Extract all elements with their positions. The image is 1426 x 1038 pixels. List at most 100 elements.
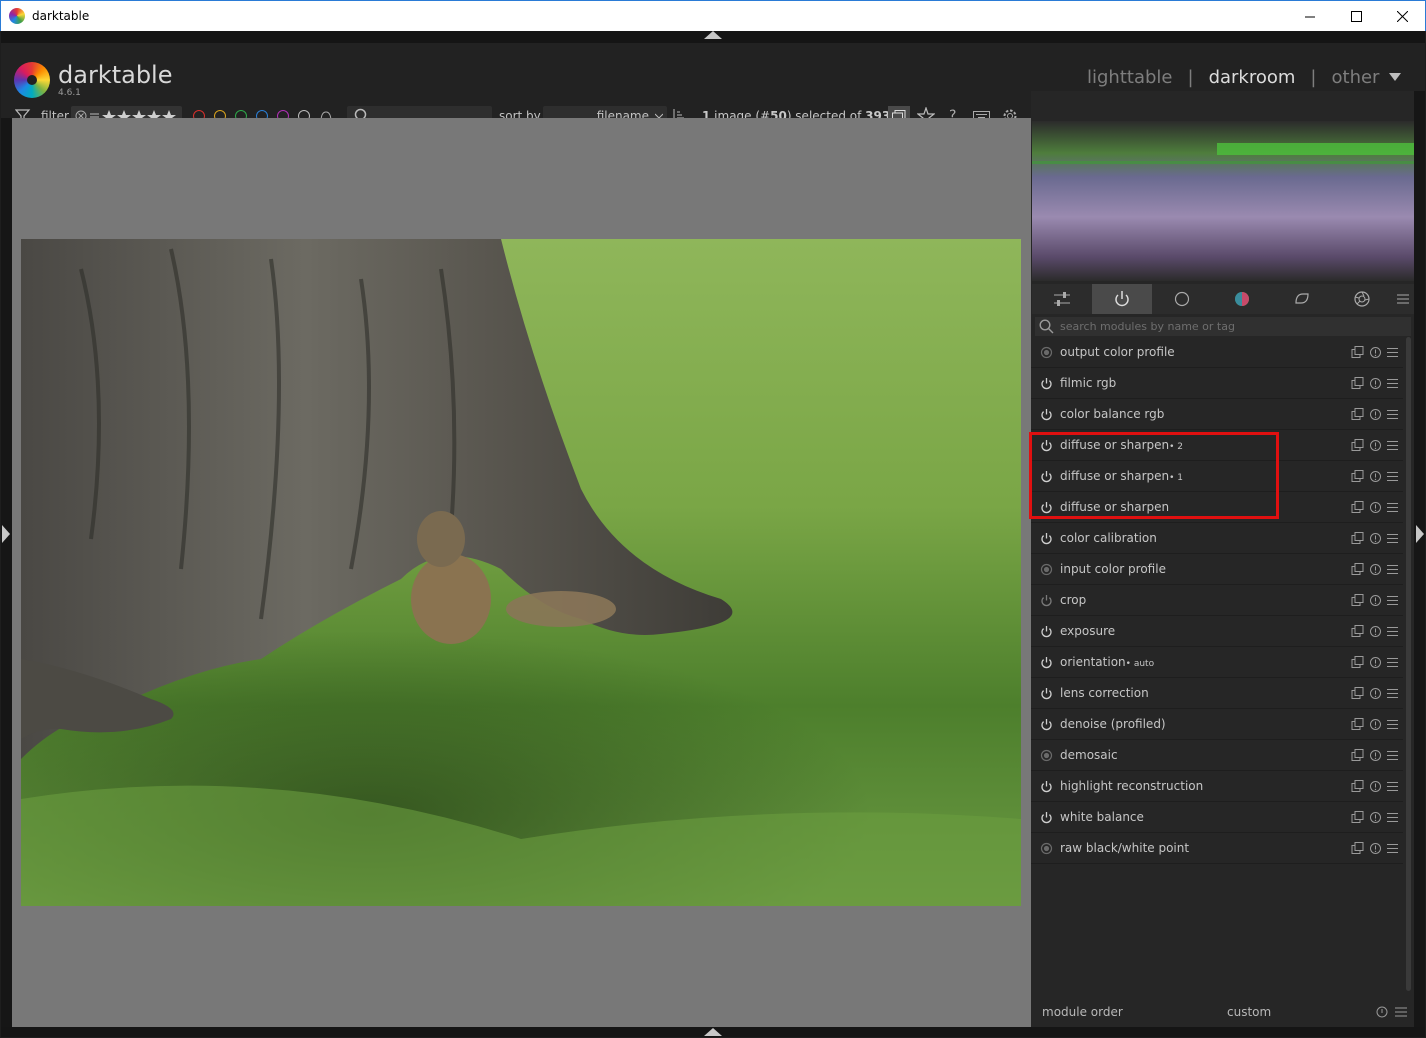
- presets-icon[interactable]: [1395, 1007, 1407, 1017]
- image-preview[interactable]: [21, 239, 1021, 906]
- module-row[interactable]: output color profile: [1031, 337, 1403, 368]
- presets-menu-icon[interactable]: [1392, 284, 1414, 314]
- multi-instance-icon[interactable]: [1351, 500, 1364, 514]
- presets-menu-icon[interactable]: [1387, 533, 1399, 544]
- reset-icon[interactable]: [1369, 749, 1382, 762]
- tab-active-modules[interactable]: [1092, 284, 1152, 314]
- reset-icon[interactable]: [1376, 1006, 1388, 1018]
- reset-icon[interactable]: [1369, 532, 1382, 545]
- reset-icon[interactable]: [1369, 687, 1382, 700]
- multi-instance-icon[interactable]: [1351, 593, 1364, 607]
- module-row[interactable]: lens correction: [1031, 678, 1403, 709]
- tab-quick-access[interactable]: [1032, 284, 1092, 314]
- reset-icon[interactable]: [1369, 718, 1382, 731]
- reset-icon[interactable]: [1369, 842, 1382, 855]
- power-icon[interactable]: [1040, 377, 1053, 390]
- right-panel-edge[interactable]: [1414, 91, 1425, 1027]
- tab-base[interactable]: [1152, 284, 1212, 314]
- presets-menu-icon[interactable]: [1387, 440, 1399, 451]
- reset-icon[interactable]: [1369, 439, 1382, 452]
- module-row[interactable]: orientation• auto: [1031, 647, 1403, 678]
- power-icon[interactable]: [1040, 687, 1053, 700]
- histogram-waveform[interactable]: [1032, 121, 1414, 281]
- multi-instance-icon[interactable]: [1351, 376, 1364, 390]
- left-panel-edge[interactable]: [1, 118, 12, 1027]
- multi-instance-icon[interactable]: [1351, 531, 1364, 545]
- maximize-button[interactable]: [1333, 1, 1379, 31]
- darkroom-center-view[interactable]: [12, 118, 1031, 1027]
- multi-instance-icon[interactable]: [1351, 655, 1364, 669]
- multi-instance-icon[interactable]: [1351, 438, 1364, 452]
- reset-icon[interactable]: [1369, 656, 1382, 669]
- presets-menu-icon[interactable]: [1387, 378, 1399, 389]
- presets-menu-icon[interactable]: [1387, 812, 1399, 823]
- multi-instance-icon[interactable]: [1351, 841, 1364, 855]
- module-row[interactable]: demosaic: [1031, 740, 1403, 771]
- reset-icon[interactable]: [1369, 377, 1382, 390]
- collapse-left-arrow-icon[interactable]: [2, 525, 10, 543]
- collapse-top-arrow-icon[interactable]: [704, 31, 722, 39]
- reset-icon[interactable]: [1369, 470, 1382, 483]
- tab-color[interactable]: [1212, 284, 1272, 314]
- multi-instance-icon[interactable]: [1351, 748, 1364, 762]
- presets-menu-icon[interactable]: [1387, 688, 1399, 699]
- reset-icon[interactable]: [1369, 346, 1382, 359]
- multi-instance-icon[interactable]: [1351, 686, 1364, 700]
- tab-effect[interactable]: [1332, 284, 1392, 314]
- multi-instance-icon[interactable]: [1351, 562, 1364, 576]
- reset-icon[interactable]: [1369, 780, 1382, 793]
- reset-icon[interactable]: [1369, 594, 1382, 607]
- reset-icon[interactable]: [1369, 625, 1382, 638]
- multi-instance-icon[interactable]: [1351, 469, 1364, 483]
- multi-instance-icon[interactable]: [1351, 407, 1364, 421]
- module-row[interactable]: color calibration: [1031, 523, 1403, 554]
- multi-instance-icon[interactable]: [1351, 779, 1364, 793]
- multi-instance-icon[interactable]: [1351, 345, 1364, 359]
- presets-menu-icon[interactable]: [1387, 843, 1399, 854]
- reset-icon[interactable]: [1369, 408, 1382, 421]
- presets-menu-icon[interactable]: [1387, 750, 1399, 761]
- multi-instance-icon[interactable]: [1351, 624, 1364, 638]
- module-row[interactable]: color balance rgb: [1031, 399, 1403, 430]
- presets-menu-icon[interactable]: [1387, 564, 1399, 575]
- presets-menu-icon[interactable]: [1387, 347, 1399, 358]
- module-row[interactable]: highlight reconstruction: [1031, 771, 1403, 802]
- collapse-bottom-arrow-icon[interactable]: [704, 1028, 722, 1036]
- module-row[interactable]: denoise (profiled): [1031, 709, 1403, 740]
- module-row[interactable]: input color profile: [1031, 554, 1403, 585]
- power-icon[interactable]: [1040, 625, 1053, 638]
- power-icon[interactable]: [1040, 718, 1053, 731]
- module-row[interactable]: crop: [1031, 585, 1403, 616]
- minimize-button[interactable]: [1287, 1, 1333, 31]
- presets-menu-icon[interactable]: [1387, 471, 1399, 482]
- power-icon[interactable]: [1040, 656, 1053, 669]
- close-button[interactable]: [1379, 1, 1425, 31]
- module-row[interactable]: raw black/white point: [1031, 833, 1403, 864]
- module-row[interactable]: filmic rgb: [1031, 368, 1403, 399]
- presets-menu-icon[interactable]: [1387, 409, 1399, 420]
- multi-instance-icon[interactable]: [1351, 810, 1364, 824]
- view-other[interactable]: other: [1332, 67, 1380, 88]
- presets-menu-icon[interactable]: [1387, 657, 1399, 668]
- multi-instance-icon[interactable]: [1351, 717, 1364, 731]
- presets-menu-icon[interactable]: [1387, 626, 1399, 637]
- power-icon[interactable]: [1040, 594, 1053, 607]
- power-icon[interactable]: [1040, 780, 1053, 793]
- views-dropdown-icon[interactable]: [1389, 73, 1401, 81]
- reset-icon[interactable]: [1369, 563, 1382, 576]
- power-icon[interactable]: [1040, 532, 1053, 545]
- power-icon[interactable]: [1040, 811, 1053, 824]
- tab-correct[interactable]: [1272, 284, 1332, 314]
- module-search-input[interactable]: search modules by name or tag: [1035, 317, 1411, 336]
- module-row[interactable]: white balance: [1031, 802, 1403, 833]
- presets-menu-icon[interactable]: [1387, 719, 1399, 730]
- module-row[interactable]: exposure: [1031, 616, 1403, 647]
- presets-menu-icon[interactable]: [1387, 502, 1399, 513]
- reset-icon[interactable]: [1369, 501, 1382, 514]
- power-icon[interactable]: [1040, 408, 1053, 421]
- view-lighttable[interactable]: lighttable: [1087, 67, 1172, 88]
- reset-icon[interactable]: [1369, 811, 1382, 824]
- view-darkroom[interactable]: darkroom: [1209, 67, 1296, 88]
- module-order-row[interactable]: module order custom: [1031, 997, 1414, 1027]
- collapse-right-arrow-icon[interactable]: [1416, 525, 1424, 543]
